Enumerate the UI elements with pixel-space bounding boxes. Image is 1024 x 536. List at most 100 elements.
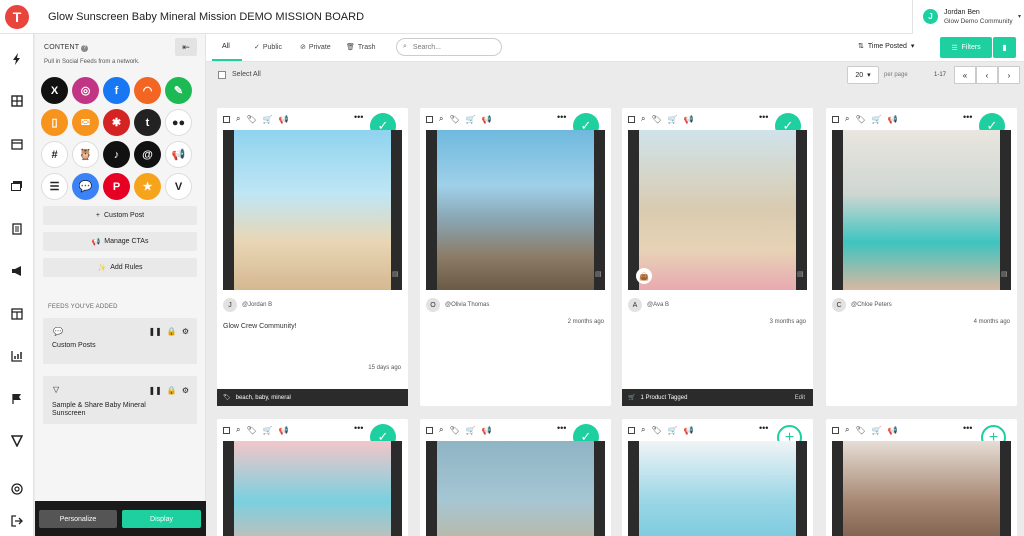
search-icon[interactable]: ⌕ <box>641 114 645 124</box>
megaphone-icon[interactable]: 📢 <box>482 426 492 435</box>
tag-icon[interactable]: 🏷 <box>651 115 661 124</box>
document-icon[interactable] <box>8 220 26 238</box>
prev-page-button[interactable]: ‹ <box>976 66 998 84</box>
tab-public[interactable]: ✓ Public <box>254 43 282 52</box>
sort-dropdown[interactable]: ⇅ Time Posted ▾ <box>858 42 914 51</box>
post-card[interactable]: ⌕ 🏷 🛒 📢 ••• + <box>826 419 1017 536</box>
post-image[interactable] <box>628 441 807 536</box>
post-image[interactable] <box>223 441 402 536</box>
help-lifebuoy-icon[interactable] <box>8 480 26 498</box>
logout-icon[interactable] <box>8 512 26 530</box>
card-footer[interactable]: 🏷 beach, baby, mineral <box>217 389 408 406</box>
tag-icon[interactable]: 🏷 <box>449 426 459 435</box>
more-options-icon[interactable]: ••• <box>354 423 363 433</box>
post-image[interactable] <box>832 441 1011 536</box>
collapse-panel-button[interactable]: ⇤ <box>175 38 197 56</box>
post-card[interactable]: ⌕ 🏷 🛒 📢 ••• ✓ ▤ O @Olivia Thomas 2 months ago <box>420 108 611 406</box>
megaphone-icon[interactable]: 📢 <box>888 426 898 435</box>
card-select-checkbox[interactable] <box>223 115 230 123</box>
layout-icon[interactable] <box>8 305 26 323</box>
cart-icon[interactable]: 🛒 <box>668 115 678 124</box>
more-options-icon[interactable]: ••• <box>557 423 566 433</box>
filters-button[interactable]: ☰ Filters <box>940 37 992 58</box>
cart-icon[interactable]: 🛒 <box>263 115 273 124</box>
megaphone-icon[interactable]: 📢 <box>482 115 492 124</box>
card-select-checkbox[interactable] <box>832 426 839 434</box>
post-image[interactable] <box>426 441 605 536</box>
cart-icon[interactable]: 🛒 <box>668 426 678 435</box>
flag-icon[interactable] <box>8 390 26 408</box>
card-footer[interactable]: 🛒 1 Product Tagged Edit <box>622 389 813 406</box>
network-x-button[interactable]: X <box>41 77 68 104</box>
display-button[interactable]: Display <box>122 510 201 528</box>
more-options-icon[interactable]: ••• <box>963 423 972 433</box>
post-card[interactable]: ⌕ 🏷 🛒 📢 ••• ✓ <box>217 419 408 536</box>
network-tiktok-button[interactable]: ♪ <box>103 141 130 168</box>
card-select-checkbox[interactable] <box>628 426 635 434</box>
tab-all[interactable]: All <box>222 43 230 50</box>
more-options-icon[interactable]: ••• <box>963 112 972 122</box>
personalize-button[interactable]: Personalize <box>39 510 117 528</box>
analytics-icon[interactable] <box>8 347 26 365</box>
network-vimeo-v-button[interactable]: V <box>165 173 192 200</box>
cart-icon[interactable]: 🛒 <box>872 426 882 435</box>
search-icon[interactable]: ⌕ <box>845 425 849 435</box>
custom-post-button[interactable]: + Custom Post <box>43 206 197 225</box>
tag-icon[interactable]: 🏷 <box>246 115 256 124</box>
gear-icon[interactable]: ⚙ <box>182 327 189 336</box>
network-megaphone-button[interactable]: 📢 <box>165 141 192 168</box>
first-page-button[interactable]: « <box>954 66 976 84</box>
megaphone-icon[interactable]: 📢 <box>684 115 694 124</box>
lightning-icon[interactable] <box>8 50 26 68</box>
pause-icon[interactable]: ❚❚ <box>148 327 161 336</box>
card-select-checkbox[interactable] <box>223 426 230 434</box>
network-pinterest-button[interactable]: P <box>103 173 130 200</box>
network-custom-edit-button[interactable]: ✎ <box>165 77 192 104</box>
post-card[interactable]: ⌕ 🏷 🛒 📢 ••• ✓ ▤ C @Chloe Peters 4 months ago <box>826 108 1017 406</box>
network-facebook-button[interactable]: f <box>103 77 130 104</box>
tag-icon[interactable]: 🏷 <box>855 426 865 435</box>
megaphone-icon[interactable]: 📢 <box>684 426 694 435</box>
network-slack-button[interactable]: # <box>41 141 68 168</box>
search-icon[interactable]: ⌕ <box>439 114 443 124</box>
lock-icon[interactable]: 🔒 <box>167 327 177 336</box>
cart-icon[interactable]: 🛒 <box>466 115 476 124</box>
network-email-button[interactable]: ✉ <box>72 109 99 136</box>
more-options-icon[interactable]: ••• <box>557 112 566 122</box>
more-options-icon[interactable]: ••• <box>759 423 768 433</box>
network-mobile-button[interactable]: ▯ <box>41 109 68 136</box>
search-input[interactable]: ⌕ Search... <box>396 38 502 56</box>
network-instagram-button[interactable]: ◎ <box>72 77 99 104</box>
tag-icon[interactable]: 🏷 <box>651 426 661 435</box>
pause-icon[interactable]: ❚❚ <box>148 386 161 395</box>
search-icon[interactable]: ⌕ <box>439 425 443 435</box>
network-tumblr-button[interactable]: t <box>134 109 161 136</box>
search-icon[interactable]: ⌕ <box>641 425 645 435</box>
network-threads-button[interactable]: @ <box>134 141 161 168</box>
network-flickr-button[interactable]: ●● <box>165 109 192 136</box>
card-select-checkbox[interactable] <box>628 115 635 123</box>
post-image[interactable]: ▤ <box>426 130 605 290</box>
network-star-button[interactable]: ★ <box>134 173 161 200</box>
tab-private[interactable]: ⊘ Private <box>300 43 331 52</box>
search-icon[interactable]: ⌕ <box>236 425 240 435</box>
search-icon[interactable]: ⌕ <box>236 114 240 124</box>
card-select-checkbox[interactable] <box>426 426 433 434</box>
tag-icon[interactable]: 🏷 <box>449 115 459 124</box>
cart-icon[interactable]: 🛒 <box>872 115 882 124</box>
network-hootsuite-button[interactable]: 🦉 <box>72 141 99 168</box>
more-options-icon[interactable]: ••• <box>354 112 363 122</box>
megaphone-icon[interactable]: 📢 <box>279 115 289 124</box>
network-yelp-button[interactable]: ✱ <box>103 109 130 136</box>
tab-trash[interactable]: 🗑 Trash <box>346 43 376 52</box>
bookmark-button[interactable]: ▮ <box>993 37 1016 58</box>
images-icon[interactable] <box>8 177 26 195</box>
post-card[interactable]: ⌕ 🏷 🛒 📢 ••• + <box>622 419 813 536</box>
network-chat-button[interactable]: 💬 <box>72 173 99 200</box>
megaphone-icon[interactable]: 📢 <box>279 426 289 435</box>
feed-card-custom-posts[interactable]: 💬 Custom Posts ❚❚ 🔒 ⚙ <box>43 318 197 364</box>
user-menu[interactable]: J Jordan Ben Glow Demo Community ▾ <box>912 0 1024 34</box>
lock-icon[interactable]: 🔒 <box>167 386 177 395</box>
tag-icon[interactable]: 🏷 <box>246 426 256 435</box>
edit-link[interactable]: Edit <box>795 395 805 401</box>
